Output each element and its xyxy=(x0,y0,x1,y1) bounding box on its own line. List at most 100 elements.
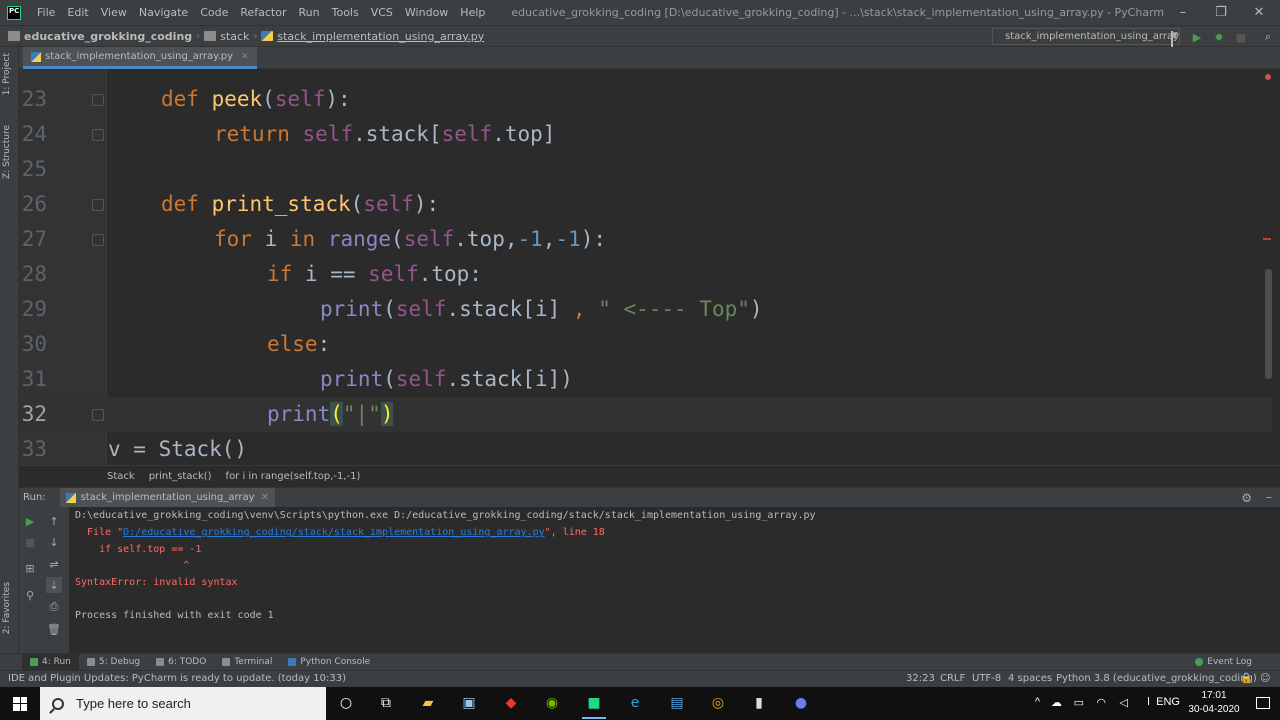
pycharm-taskbar-icon[interactable]: ■ xyxy=(582,692,606,719)
error-indicator-icon[interactable] xyxy=(1265,74,1271,80)
line-number[interactable]: 31 xyxy=(19,362,47,397)
lock-icon[interactable]: 🔒 xyxy=(1240,673,1252,684)
console-file-link[interactable]: D:/educative_grokking_coding/stack/stack… xyxy=(123,527,544,538)
language-indicator[interactable]: ENG xyxy=(1156,696,1180,708)
taskbar-search[interactable] xyxy=(40,687,326,720)
menu-code[interactable]: Code xyxy=(194,6,234,19)
code-line[interactable]: 23 def peek(self): xyxy=(19,82,1272,117)
line-number[interactable]: 24 xyxy=(19,117,47,152)
code-line[interactable]: 32 print("|") xyxy=(19,397,1272,432)
menu-run[interactable]: Run xyxy=(293,6,326,19)
cortana-icon[interactable]: ○ xyxy=(334,692,358,714)
code-breadcrumb-loop[interactable]: for i in range(self.top,-1,-1) xyxy=(226,471,361,482)
file-explorer-icon[interactable]: ▰ xyxy=(416,692,440,714)
rerun-icon[interactable]: ▶ xyxy=(22,513,38,529)
run-tab[interactable]: stack_implementation_using_array ✕ xyxy=(59,487,275,508)
code-line[interactable]: 24 return self.stack[self.top] xyxy=(19,117,1272,152)
code-line[interactable]: 30 else: xyxy=(19,327,1272,362)
onedrive-icon[interactable]: ☁ xyxy=(1051,696,1062,709)
line-separator[interactable]: CRLF xyxy=(940,673,965,684)
line-number[interactable]: 25 xyxy=(19,152,47,187)
chevron-up-icon[interactable]: ^ xyxy=(1035,696,1040,708)
tool-window-debug[interactable]: 5: Debug xyxy=(79,654,148,671)
breadcrumb-file[interactable]: stack_implementation_using_array.py xyxy=(257,30,488,43)
run-configuration-select[interactable]: stack_implementation_using_array ▼ xyxy=(992,28,1180,53)
tool-window-terminal[interactable]: Terminal xyxy=(214,654,280,671)
run-button[interactable]: ▶ xyxy=(1189,29,1205,45)
debug-button[interactable]: ✹ xyxy=(1211,29,1227,45)
favorites-tool-tab[interactable]: 2: Favorites xyxy=(2,582,12,634)
fold-marker-icon[interactable] xyxy=(92,129,104,141)
structure-tool-tab[interactable]: Z: Structure xyxy=(2,125,12,179)
line-number[interactable]: 28 xyxy=(19,257,47,292)
menu-window[interactable]: Window xyxy=(399,6,454,19)
layout-icon[interactable]: ⊞ xyxy=(22,560,38,576)
menu-view[interactable]: View xyxy=(95,6,133,19)
minimize-panel-icon[interactable]: – xyxy=(1266,490,1272,504)
menu-refactor[interactable]: Refactor xyxy=(234,6,292,19)
code-line[interactable]: 26 def print_stack(self): xyxy=(19,187,1272,222)
file-encoding[interactable]: UTF-8 xyxy=(972,673,1001,684)
tab-stack-implementation[interactable]: stack_implementation_using_array.py ✕ xyxy=(23,47,257,69)
taskbar-search-input[interactable] xyxy=(76,696,296,711)
fold-marker-icon[interactable] xyxy=(92,409,104,421)
code-breadcrumb-method[interactable]: print_stack() xyxy=(149,471,212,482)
photos-app-icon[interactable]: ▣ xyxy=(457,692,481,714)
run-console[interactable]: D:\educative_grokking_coding\venv\Script… xyxy=(69,507,1280,653)
code-line[interactable]: 28 if i == self.top: xyxy=(19,257,1272,292)
line-number[interactable]: 30 xyxy=(19,327,47,362)
inspector-icon[interactable]: ☺ xyxy=(1260,673,1270,684)
menu-vcs[interactable]: VCS xyxy=(365,6,399,19)
predator-app-icon[interactable]: ◆ xyxy=(499,692,523,714)
code-line[interactable]: 31 print(self.stack[i]) xyxy=(19,362,1272,397)
clock[interactable]: 17:01 30-04-2020 xyxy=(1184,689,1244,717)
breadcrumb-folder[interactable]: stack xyxy=(200,30,253,43)
code-line[interactable]: 33 v = Stack() xyxy=(19,432,1272,465)
stop-button[interactable]: ■ xyxy=(1233,29,1249,45)
status-message[interactable]: IDE and Plugin Updates: PyCharm is ready… xyxy=(8,673,346,684)
line-number[interactable]: 29 xyxy=(19,292,47,327)
menu-help[interactable]: Help xyxy=(454,6,491,19)
menu-edit[interactable]: Edit xyxy=(61,6,94,19)
code-breadcrumb-class[interactable]: Stack xyxy=(107,471,135,482)
indent-setting[interactable]: 4 spaces xyxy=(1008,673,1052,684)
stop-icon[interactable]: ■ xyxy=(22,534,38,550)
arrow-up-icon[interactable]: ↑ xyxy=(46,513,62,529)
caret-position[interactable]: 32:23 xyxy=(906,673,935,684)
chrome-icon[interactable]: ◎ xyxy=(706,692,730,714)
fold-marker-icon[interactable] xyxy=(92,94,104,106)
code-line[interactable]: 29 print(self.stack[i] , " <---- Top") xyxy=(19,292,1272,327)
close-icon[interactable]: ✕ xyxy=(261,492,269,503)
fold-marker-icon[interactable] xyxy=(92,199,104,211)
breadcrumb-project[interactable]: educative_grokking_coding xyxy=(4,30,196,43)
gear-icon[interactable]: ⚙ xyxy=(1241,491,1252,505)
search-icon[interactable]: ⌕ xyxy=(1260,29,1276,45)
menu-file[interactable]: File xyxy=(31,6,61,19)
close-icon[interactable]: ✕ xyxy=(241,52,249,62)
code-line[interactable]: 27 for i in range(self.top,-1,-1): xyxy=(19,222,1272,257)
pin-icon[interactable]: ⚲ xyxy=(22,587,38,603)
scroll-to-end-icon[interactable]: ⇣ xyxy=(46,577,62,593)
code-editor[interactable]: 23 def peek(self): 24 return self.stack[sel… xyxy=(19,69,1272,465)
start-button[interactable] xyxy=(0,687,40,720)
notification-icon[interactable] xyxy=(1256,697,1270,709)
trash-icon[interactable]: 🗑 xyxy=(46,621,62,637)
editor-scrollbar[interactable] xyxy=(1265,269,1272,379)
line-number[interactable]: 32 xyxy=(19,397,47,432)
soft-wrap-icon[interactable]: ⇌ xyxy=(46,556,62,572)
tool-window-todo[interactable]: 6: TODO xyxy=(148,654,214,671)
task-view-icon[interactable]: ⧉ xyxy=(374,692,398,714)
line-number[interactable]: 33 xyxy=(19,432,47,465)
wifi-icon[interactable]: ◠ xyxy=(1096,696,1106,709)
line-number[interactable]: 26 xyxy=(19,187,47,222)
arrow-down-icon[interactable]: ↓ xyxy=(46,534,62,550)
epic-games-icon[interactable]: ▮ xyxy=(747,692,771,714)
tool-window-python-console[interactable]: Python Console xyxy=(280,654,378,671)
close-button[interactable]: ✕ xyxy=(1236,0,1280,25)
edge-icon[interactable]: e xyxy=(623,692,647,714)
store-icon[interactable]: ▤ xyxy=(665,692,689,714)
error-stripe-mark[interactable] xyxy=(1263,238,1271,240)
nvidia-app-icon[interactable]: ◉ xyxy=(540,692,564,714)
menu-tools[interactable]: Tools xyxy=(326,6,365,19)
tool-window-run[interactable]: 4: Run xyxy=(22,653,79,671)
